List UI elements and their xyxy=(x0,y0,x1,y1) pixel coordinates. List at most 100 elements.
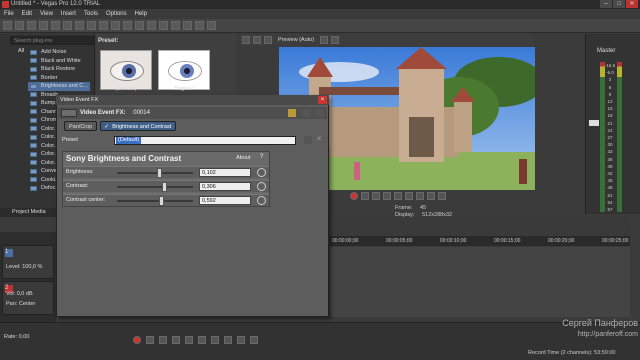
overlays-icon[interactable] xyxy=(264,36,272,44)
lock-envelopes-icon[interactable] xyxy=(147,21,156,30)
undo-icon[interactable] xyxy=(99,21,108,30)
go-to-start-icon[interactable] xyxy=(211,336,219,344)
param-row-contrast: Contrast: 0,306 xyxy=(63,180,269,192)
master-fader[interactable] xyxy=(589,120,599,126)
fx-plugin-icon xyxy=(30,134,37,140)
properties-icon[interactable] xyxy=(51,21,60,30)
end-icon[interactable] xyxy=(438,192,446,200)
fx-plugin-icon xyxy=(30,117,37,123)
help-button[interactable]: ? xyxy=(260,154,263,160)
fx-list-item[interactable]: Black and White xyxy=(28,57,90,66)
preset-thumb-brighter[interactable] xyxy=(158,50,210,90)
slider-knob[interactable] xyxy=(159,196,165,206)
next-frame-icon[interactable] xyxy=(250,336,258,344)
animate-icon[interactable] xyxy=(257,168,266,177)
play-from-start-icon[interactable] xyxy=(372,192,380,200)
param-value-field[interactable]: 0,592 xyxy=(199,196,251,205)
copy-icon[interactable] xyxy=(75,21,84,30)
loop-icon[interactable] xyxy=(361,192,369,200)
cut-icon[interactable] xyxy=(63,21,72,30)
slider-track[interactable] xyxy=(117,186,193,188)
menu-edit[interactable]: Edit xyxy=(22,9,32,19)
zoom-tool-icon[interactable] xyxy=(195,21,204,30)
delete-preset-icon[interactable]: ✕ xyxy=(316,136,324,144)
stop-icon[interactable] xyxy=(198,336,206,344)
menu-options[interactable]: Options xyxy=(106,9,127,19)
bypass-icon[interactable] xyxy=(302,109,310,117)
pause-icon[interactable] xyxy=(394,192,402,200)
tree-root-all[interactable]: All xyxy=(18,48,24,54)
paste-icon[interactable] xyxy=(87,21,96,30)
param-value-field[interactable]: 0,306 xyxy=(199,182,251,191)
fx-list-item[interactable]: Black Restore xyxy=(28,65,90,74)
project-media-tab[interactable]: Project Media xyxy=(0,208,56,217)
plugin-chain-icon[interactable] xyxy=(288,109,296,117)
play-from-start-icon[interactable] xyxy=(159,336,167,344)
fx-plugin-icon xyxy=(30,168,37,174)
envelope-tool-icon[interactable] xyxy=(171,21,180,30)
menu-view[interactable]: View xyxy=(40,9,53,19)
param-value-field[interactable]: 0,102 xyxy=(199,168,251,177)
ruler-tick-label: 00:00:25;00 xyxy=(602,238,629,244)
menu-help[interactable]: Help xyxy=(135,9,147,19)
about-button[interactable]: About xyxy=(236,155,250,161)
prev-frame-icon[interactable] xyxy=(237,336,245,344)
preset-thumb-default[interactable] xyxy=(100,50,152,90)
animate-icon[interactable] xyxy=(257,182,266,191)
stop-icon[interactable] xyxy=(405,192,413,200)
close-icon[interactable]: × xyxy=(318,96,327,104)
watermark: Сергей Панферов http://panferoff.com xyxy=(518,318,638,340)
fx-list-item[interactable]: Add Noise xyxy=(28,48,90,57)
minimize-button[interactable]: – xyxy=(600,0,612,8)
slider-knob[interactable] xyxy=(156,168,162,178)
slider-track[interactable] xyxy=(117,172,193,174)
fx-list-item[interactable]: Border xyxy=(28,74,90,83)
preset-dropdown[interactable] xyxy=(114,136,296,145)
selection-tool-icon[interactable] xyxy=(183,21,192,30)
pause-icon[interactable] xyxy=(185,336,193,344)
save-preset-icon[interactable] xyxy=(304,136,312,144)
new-project-icon[interactable] xyxy=(3,21,12,30)
track-lanes[interactable] xyxy=(330,247,630,317)
fx-list-item[interactable]: Brightness and C... xyxy=(28,82,90,91)
play-icon[interactable] xyxy=(172,336,180,344)
preview-quality-dropdown[interactable]: Preview (Auto) xyxy=(275,37,317,43)
maximize-button[interactable]: □ xyxy=(613,0,625,8)
remove-fx-icon[interactable] xyxy=(316,109,324,117)
menu-tools[interactable]: Tools xyxy=(84,9,98,19)
next-frame-icon[interactable] xyxy=(427,192,435,200)
normal-edit-tool-icon[interactable] xyxy=(159,21,168,30)
menu-insert[interactable]: Insert xyxy=(61,9,76,19)
prev-frame-icon[interactable] xyxy=(416,192,424,200)
play-icon[interactable] xyxy=(383,192,391,200)
search-input[interactable]: Search plug-ins xyxy=(10,36,94,45)
record-icon[interactable] xyxy=(350,192,358,200)
fx-chip-brightness[interactable]: Brightness and Contrast xyxy=(100,121,177,132)
redo-icon[interactable] xyxy=(111,21,120,30)
close-window-button[interactable]: ✕ xyxy=(626,0,638,8)
autoripple-icon[interactable] xyxy=(135,21,144,30)
snapshot-icon[interactable] xyxy=(320,36,329,44)
fx-chip-pancrop[interactable]: Pan/Crop xyxy=(64,121,98,131)
go-to-end-icon[interactable] xyxy=(224,336,232,344)
video-output-icon[interactable] xyxy=(242,36,250,44)
open-icon[interactable] xyxy=(15,21,24,30)
meter-tick-label: 6 xyxy=(608,84,612,90)
copy-snapshot-icon[interactable] xyxy=(331,36,340,44)
time-ruler[interactable]: 00:00:00;00 00:00:05;00 00:00:10;00 00:00:1… xyxy=(330,236,630,246)
meter-left xyxy=(600,62,605,212)
split-screen-icon[interactable] xyxy=(253,36,261,44)
animate-icon[interactable] xyxy=(257,196,266,205)
audio-track-header[interactable]: 2 Vol: 0,0 dB Pan: Center xyxy=(2,281,54,315)
save-icon[interactable] xyxy=(27,21,36,30)
help-icon[interactable] xyxy=(207,21,216,30)
record-icon[interactable] xyxy=(133,336,141,344)
render-icon[interactable] xyxy=(39,21,48,30)
video-track-header[interactable]: 1 Level: 100,0 % xyxy=(2,245,54,279)
snap-icon[interactable] xyxy=(123,21,132,30)
menu-file[interactable]: File xyxy=(4,9,14,19)
slider-track[interactable] xyxy=(117,200,193,202)
loop-icon[interactable] xyxy=(146,336,154,344)
slider-knob[interactable] xyxy=(162,182,168,192)
meter-tick-label: 45 xyxy=(607,178,613,184)
